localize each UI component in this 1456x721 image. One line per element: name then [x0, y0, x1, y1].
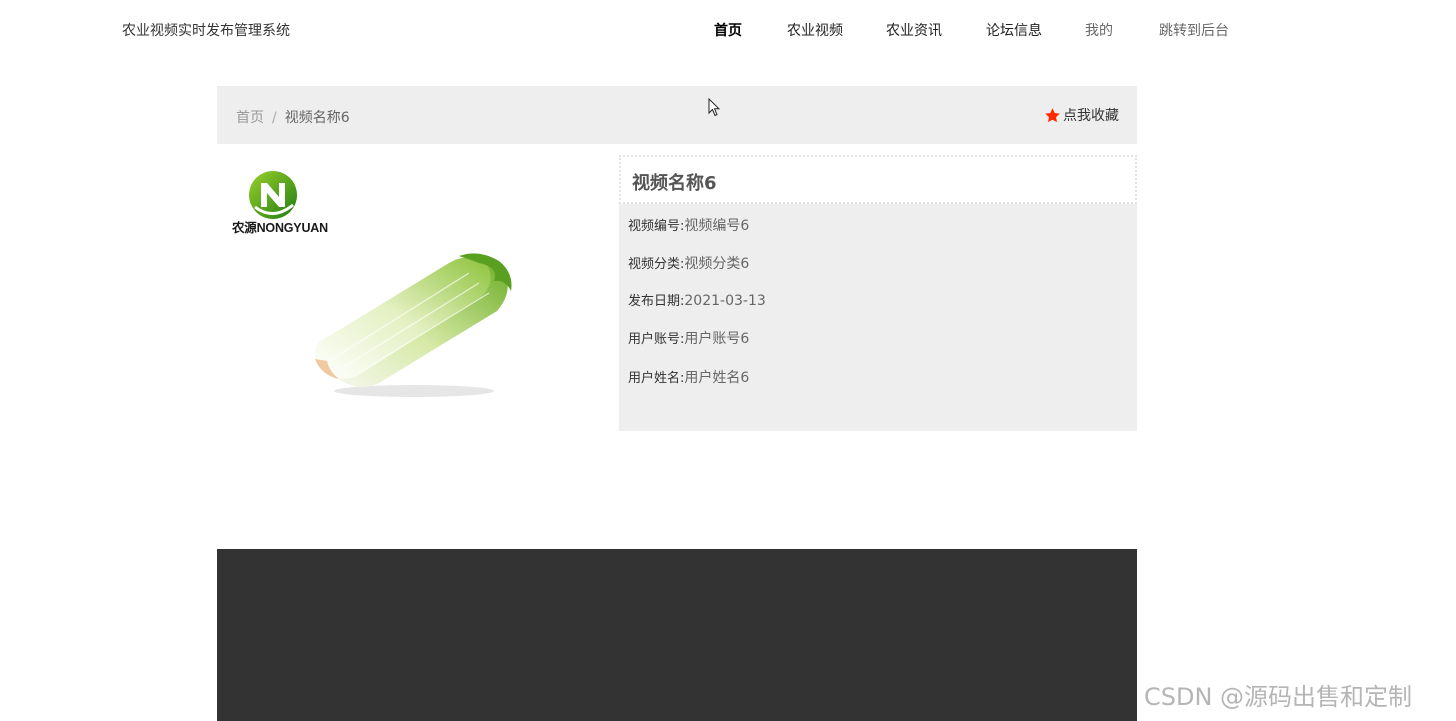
- nav-agri-news[interactable]: 农业资讯: [886, 20, 942, 40]
- watermark: CSDN @源码出售和定制: [1144, 683, 1413, 711]
- breadcrumb-bar: 首页 / 视频名称6 点我收藏: [217, 86, 1137, 144]
- favorite-button[interactable]: 点我收藏: [1044, 105, 1119, 125]
- video-cover[interactable]: 农源NONGYUAN: [217, 155, 607, 431]
- cabbage-image: [314, 253, 512, 397]
- favorite-label: 点我收藏: [1063, 108, 1119, 124]
- field-user-name: 用户姓名:用户姓名6: [628, 367, 749, 387]
- star-icon: [1044, 107, 1061, 124]
- nav-home[interactable]: 首页: [714, 20, 742, 40]
- field-publish-date: 发布日期:2021-03-13: [628, 290, 766, 309]
- breadcrumb-home[interactable]: 首页: [236, 110, 264, 126]
- field-value: 2021-03-13: [684, 293, 766, 309]
- field-value: 用户账号6: [684, 331, 750, 347]
- breadcrumb: 首页 / 视频名称6: [236, 107, 350, 127]
- nav-agri-videos[interactable]: 农业视频: [787, 20, 843, 40]
- field-label: 视频分类:: [628, 257, 685, 272]
- field-value: 视频分类6: [684, 256, 750, 272]
- top-nav: 首页 农业视频 农业资讯 论坛信息 我的 跳转到后台: [0, 20, 1456, 40]
- field-value: 用户姓名6: [684, 370, 750, 386]
- breadcrumb-separator: /: [272, 110, 277, 126]
- breadcrumb-current: 视频名称6: [284, 110, 350, 126]
- nav-mine[interactable]: 我的: [1085, 20, 1113, 40]
- field-label: 视频编号:: [628, 219, 685, 234]
- mouse-cursor-icon: [708, 97, 721, 121]
- field-label: 发布日期:: [628, 294, 685, 309]
- detail-title: 视频名称6: [632, 173, 717, 194]
- detail-title-box: 视频名称6: [619, 155, 1137, 204]
- logo-text: 农源NONGYUAN: [232, 221, 328, 235]
- field-label: 用户账号:: [628, 332, 685, 347]
- field-label: 用户姓名:: [628, 371, 685, 386]
- footer: [217, 549, 1137, 721]
- detail-panel: 视频名称6 视频编号:视频编号6 视频分类:视频分类6 发布日期:2021-03…: [619, 155, 1137, 431]
- field-value: 视频编号6: [684, 218, 750, 234]
- field-user-account: 用户账号:用户账号6: [628, 328, 749, 348]
- field-video-category: 视频分类:视频分类6: [628, 253, 749, 273]
- field-video-number: 视频编号:视频编号6: [628, 215, 749, 235]
- page: 农业视频实时发布管理系统 首页 农业视频 农业资讯 论坛信息 我的 跳转到后台 …: [0, 0, 1456, 721]
- nav-admin-link[interactable]: 跳转到后台: [1159, 20, 1229, 40]
- nav-forum[interactable]: 论坛信息: [986, 20, 1042, 40]
